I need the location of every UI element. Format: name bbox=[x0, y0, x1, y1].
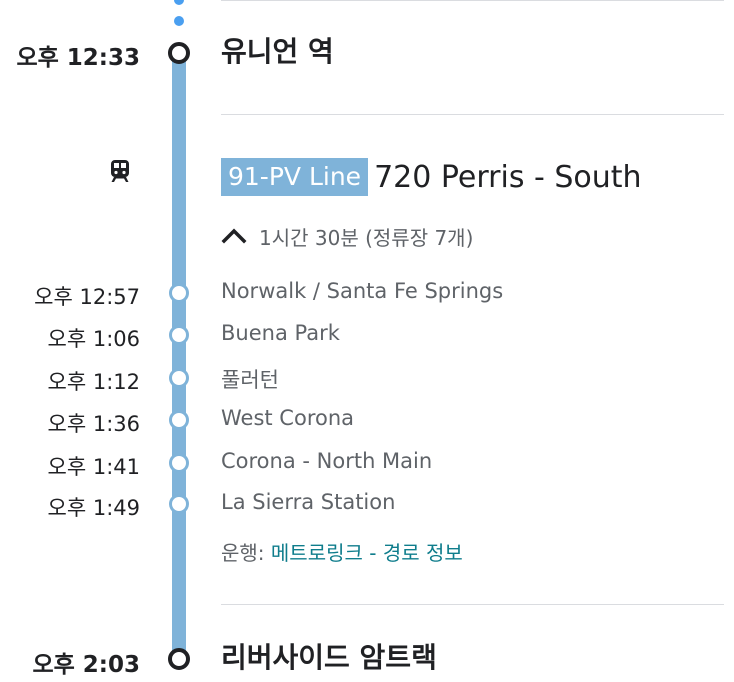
departure-time: 오후 12:33 bbox=[16, 45, 140, 71]
stop-time: 오후 1:49 bbox=[47, 496, 140, 520]
departure-station-name[interactable]: 유니언 역 bbox=[221, 30, 334, 70]
stop-marker bbox=[169, 283, 189, 303]
stop-time: 오후 1:36 bbox=[47, 412, 140, 436]
stop-name[interactable]: Buena Park bbox=[221, 321, 340, 345]
arrival-station-name[interactable]: 리버사이드 암트랙 bbox=[221, 636, 437, 676]
stop-time: 오후 1:06 bbox=[47, 327, 140, 351]
departure-station-marker bbox=[168, 42, 190, 64]
route-header[interactable]: 91-PV Line 720 Perris - South bbox=[221, 156, 642, 198]
stop-time: 오후 1:12 bbox=[47, 370, 140, 394]
arrival-station-marker bbox=[168, 648, 190, 670]
operator-separator: - bbox=[362, 541, 383, 565]
stops-summary-text: 1시간 30분 (정류장 7개) bbox=[259, 225, 474, 250]
route-details-link[interactable]: 경로 정보 bbox=[383, 541, 463, 565]
stop-name[interactable]: Norwalk / Santa Fe Springs bbox=[221, 279, 503, 303]
section-divider bbox=[221, 604, 724, 605]
operator-label: 운행: bbox=[221, 541, 271, 565]
stop-time: 오후 1:41 bbox=[47, 455, 140, 479]
stops-collapse-toggle[interactable]: 1시간 30분 (정류장 7개) bbox=[221, 221, 473, 251]
stop-marker bbox=[169, 494, 189, 514]
stop-marker bbox=[169, 325, 189, 345]
operator-link[interactable]: 메트로링크 bbox=[271, 541, 363, 565]
stop-marker bbox=[169, 453, 189, 473]
arrival-time: 오후 2:03 bbox=[32, 652, 140, 678]
stop-name[interactable]: 풀러턴 bbox=[221, 364, 279, 394]
stop-time: 오후 12:57 bbox=[34, 285, 140, 309]
section-divider bbox=[221, 114, 724, 115]
transit-line-bar bbox=[172, 52, 186, 659]
stop-name[interactable]: West Corona bbox=[221, 406, 354, 430]
stop-name[interactable]: La Sierra Station bbox=[221, 490, 395, 514]
operator-info: 운행: 메트로링크 - 경로 정보 bbox=[221, 537, 463, 566]
stop-marker bbox=[169, 410, 189, 430]
train-icon bbox=[111, 160, 129, 182]
top-divider bbox=[221, 0, 724, 1]
walk-dot bbox=[174, 0, 184, 5]
stop-marker bbox=[169, 368, 189, 388]
chevron-up-icon bbox=[221, 228, 247, 244]
route-title: 720 Perris - South bbox=[374, 159, 642, 195]
route-line-badge: 91-PV Line bbox=[221, 158, 369, 196]
stop-name[interactable]: Corona - North Main bbox=[221, 449, 432, 473]
walk-dot bbox=[174, 16, 184, 26]
